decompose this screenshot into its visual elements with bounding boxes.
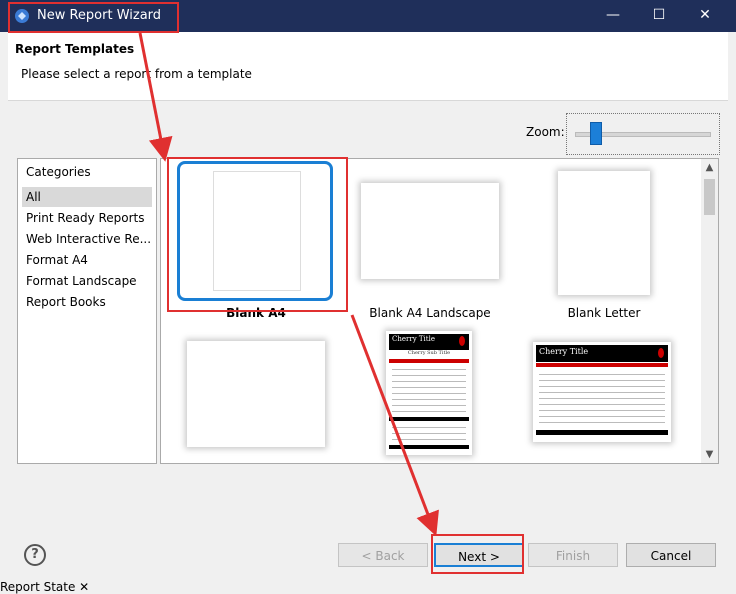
scroll-thumb[interactable]	[704, 179, 715, 215]
template-thumbnail: Cherry Title	[533, 342, 671, 442]
zoom-label: Zoom:	[526, 125, 565, 139]
category-item-format-landscape[interactable]: Format Landscape	[22, 271, 152, 291]
cherry-subtitle: Cherry Sub Title	[407, 350, 451, 356]
scroll-down-icon[interactable]: ▼	[701, 446, 718, 463]
wizard-footer: ? < Back Next > Finish Cancel	[0, 530, 736, 592]
annotation-box-title	[8, 2, 179, 33]
category-item-print-ready[interactable]: Print Ready Reports	[22, 208, 152, 228]
close-button[interactable]: ✕	[682, 0, 728, 32]
categories-panel: Categories All Print Ready Reports Web I…	[17, 158, 157, 464]
cherry-icon	[658, 348, 664, 358]
cherry-title: Cherry Title	[392, 335, 435, 343]
category-item-report-books[interactable]: Report Books	[22, 292, 152, 312]
template-thumbnail	[187, 341, 325, 447]
maximize-button[interactable]: ☐	[636, 0, 682, 32]
back-button[interactable]: < Back	[338, 543, 428, 567]
cherry-icon	[459, 336, 465, 346]
cherry-red-band	[536, 363, 668, 367]
minimize-button[interactable]: —	[590, 0, 636, 32]
gallery-scrollbar[interactable]: ▲ ▼	[701, 159, 718, 463]
cherry-red-band	[389, 359, 469, 363]
template-label: Blank A4 Landscape	[369, 306, 491, 320]
zoom-slider[interactable]	[566, 113, 720, 155]
cherry-title-bar: Cherry Title	[536, 345, 668, 362]
category-item-format-a4[interactable]: Format A4	[22, 250, 152, 270]
help-icon[interactable]: ?	[24, 544, 46, 566]
annotation-box-next	[431, 534, 524, 574]
cherry-title: Cherry Title	[539, 347, 589, 356]
categories-header: Categories	[26, 165, 91, 179]
category-item-all[interactable]: All	[22, 187, 152, 207]
annotation-box-template	[167, 157, 348, 312]
finish-button[interactable]: Finish	[528, 543, 618, 567]
page-subtitle: Please select a report from a template	[21, 67, 252, 81]
template-thumbnail	[361, 183, 499, 279]
zoom-thumb[interactable]	[589, 122, 602, 145]
wizard-header: Report Templates Please select a report …	[8, 32, 728, 101]
template-thumbnail: Cherry Title Cherry Sub Title	[386, 331, 472, 455]
template-thumbnail	[558, 171, 650, 295]
scroll-up-icon[interactable]: ▲	[701, 159, 718, 176]
template-label: Blank Letter	[567, 306, 641, 320]
cherry-title-bar: Cherry Title	[389, 334, 469, 350]
cancel-button[interactable]: Cancel	[626, 543, 716, 567]
page-title: Report Templates	[15, 42, 135, 56]
category-item-web-interactive[interactable]: Web Interactive Re...	[22, 229, 152, 249]
